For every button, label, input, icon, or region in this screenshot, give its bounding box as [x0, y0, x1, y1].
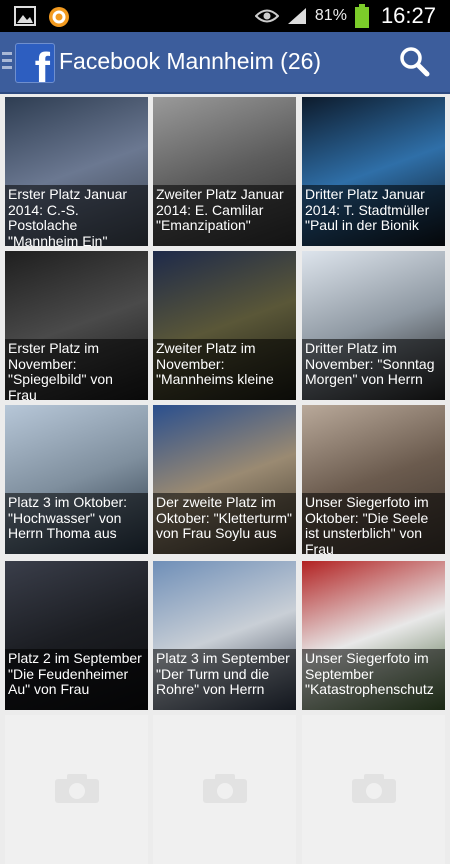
photo-caption: Erster Platz im November: "Spiegelbild" … — [5, 339, 148, 400]
battery-percent: 81% — [314, 7, 347, 24]
signal-icon — [287, 8, 306, 24]
photo-tile[interactable]: Unser Siegerfoto im September "Katastrop… — [302, 561, 445, 710]
gallery-icon — [14, 6, 36, 26]
photo-caption: Erster Platz Januar 2014: C.-S. Postolac… — [5, 185, 148, 246]
photo-tile[interactable]: Platz 3 im September "Der Turm und die R… — [153, 561, 296, 710]
photo-caption: Dritter Platz Januar 2014: T. Stadtmülle… — [302, 185, 445, 246]
camera-icon — [351, 774, 396, 803]
photo-tile[interactable]: Platz 3 im Oktober: "Hochwasser" von Her… — [5, 405, 148, 554]
camera-icon — [54, 774, 99, 803]
photo-placeholder — [302, 715, 445, 864]
photo-caption: Platz 3 im Oktober: "Hochwasser" von Her… — [5, 493, 148, 554]
facebook-logo-icon[interactable]: f — [15, 43, 55, 83]
photo-tile[interactable]: Platz 2 im September "Die Feudenheimer A… — [5, 561, 148, 710]
photo-tile[interactable]: Dritter Platz im November: "Sonntag Morg… — [302, 251, 445, 400]
photo-caption: Dritter Platz im November: "Sonntag Morg… — [302, 339, 445, 400]
photo-caption: Zweiter Platz Januar 2014: E. Camlilar "… — [153, 185, 296, 246]
clock: 16:27 — [380, 3, 436, 28]
photo-tile[interactable]: Der zweite Platz im Oktober: "Klettertur… — [153, 405, 296, 554]
orange-app-icon — [49, 7, 69, 27]
photo-placeholder — [5, 715, 148, 864]
photo-caption: Platz 3 im September "Der Turm und die R… — [153, 649, 296, 710]
photo-caption: Platz 2 im September "Die Feudenheimer A… — [5, 649, 148, 710]
search-icon[interactable] — [398, 45, 430, 77]
photo-tile[interactable]: Unser Siegerfoto im Oktober: "Die Seele … — [302, 405, 445, 554]
status-bar: 81% 16:27 — [0, 0, 450, 32]
eye-icon — [254, 9, 279, 23]
photo-caption: Zweiter Platz im November: "Mannheims kl… — [153, 339, 296, 400]
photo-tile[interactable]: Zweiter Platz im November: "Mannheims kl… — [153, 251, 296, 400]
photo-tile[interactable]: Erster Platz Januar 2014: C.-S. Postolac… — [5, 97, 148, 246]
battery-icon — [354, 4, 369, 28]
photo-caption: Unser Siegerfoto im September "Katastrop… — [302, 649, 445, 710]
page-title: Facebook Mannheim (26) — [59, 48, 322, 74]
camera-icon — [202, 774, 247, 803]
photo-tile[interactable]: Erster Platz im November: "Spiegelbild" … — [5, 251, 148, 400]
drawer-indicator-icon[interactable] — [2, 52, 12, 73]
photo-placeholder — [153, 715, 296, 864]
photo-caption: Unser Siegerfoto im Oktober: "Die Seele … — [302, 493, 445, 554]
photo-caption: Der zweite Platz im Oktober: "Klettertur… — [153, 493, 296, 554]
photo-grid: Erster Platz Januar 2014: C.-S. Postolac… — [0, 94, 450, 864]
action-bar: f Facebook Mannheim (26) — [0, 32, 450, 94]
photo-tile[interactable]: Zweiter Platz Januar 2014: E. Camlilar "… — [153, 97, 296, 246]
photo-tile[interactable]: Dritter Platz Januar 2014: T. Stadtmülle… — [302, 97, 445, 246]
